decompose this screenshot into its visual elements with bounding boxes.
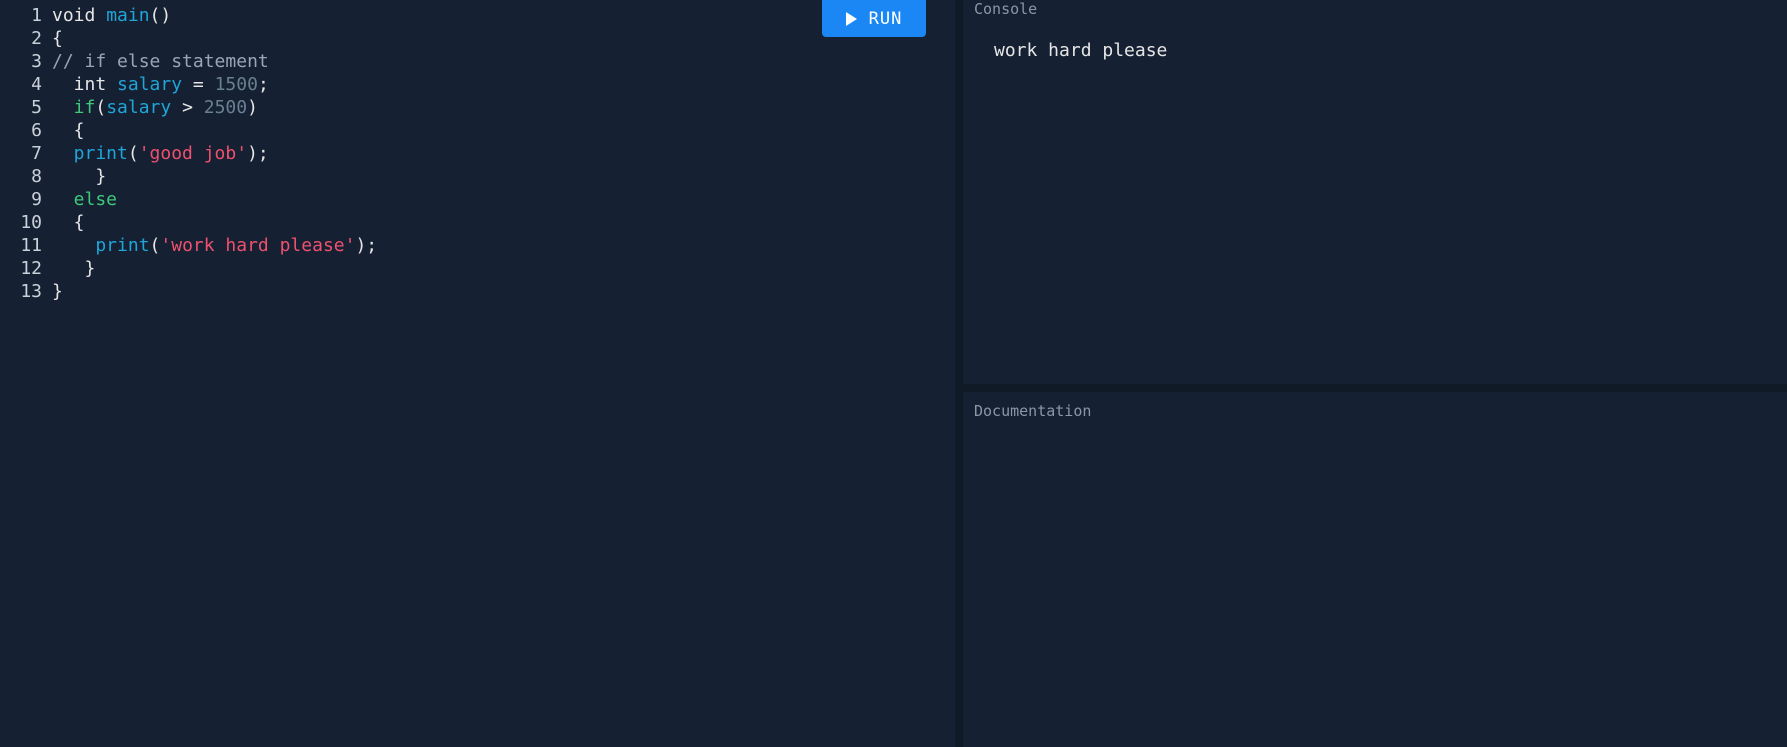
code-line[interactable]: 1 void main(): [0, 4, 377, 27]
code-line[interactable]: 3 // if else statement: [0, 50, 377, 73]
play-icon: [845, 11, 857, 26]
line-number: 7: [31, 143, 42, 164]
code-token: >: [171, 97, 204, 118]
line-number: 6: [31, 120, 42, 141]
code-token: 1500: [214, 74, 258, 95]
line-number: 13: [20, 281, 42, 302]
line-number: 5: [31, 97, 42, 118]
code-token: }: [52, 166, 107, 187]
line-number: 1: [31, 5, 42, 26]
code-token: (: [149, 235, 161, 256]
console-output: work hard please: [994, 40, 1168, 61]
code-text: print('work hard please');: [52, 234, 377, 257]
console-panel: Console work hard please: [963, 0, 1787, 384]
code-line[interactable]: 4 int salary = 1500;: [0, 73, 377, 96]
code-text: // if else statement: [52, 50, 269, 73]
line-number: 10: [20, 212, 42, 233]
vertical-splitter[interactable]: [955, 0, 963, 747]
code-line[interactable]: 2{: [0, 27, 377, 50]
code-line[interactable]: 11 print('work hard please');: [0, 234, 377, 257]
code-token: 'good job': [138, 143, 248, 164]
code-token: (: [127, 143, 139, 164]
horizontal-splitter[interactable]: [963, 384, 1787, 392]
line-number: 11: [20, 235, 42, 256]
code-token: // if else statement: [52, 51, 269, 72]
code-line[interactable]: 12 }: [0, 257, 377, 280]
code-token: 'work hard please': [160, 235, 356, 256]
code-token: );: [247, 143, 269, 164]
code-line[interactable]: 13}: [0, 280, 377, 303]
code-token: }: [52, 281, 63, 302]
line-number: 9: [31, 189, 42, 210]
code-token: {: [52, 120, 85, 141]
console-title: Console: [974, 0, 1038, 18]
code-editor[interactable]: 1 void main() 2{3// if else statement 4 int…: [0, 0, 955, 747]
code-text: }: [52, 165, 106, 188]
documentation-title: Documentation: [974, 402, 1092, 420]
code-text: int salary = 1500;: [52, 73, 269, 96]
code-token: =: [182, 74, 215, 95]
code-line[interactable]: 6 {: [0, 119, 377, 142]
documentation-panel: Documentation: [963, 392, 1787, 747]
code-token: salary: [106, 97, 172, 118]
code-line[interactable]: 5 if(salary > 2500): [0, 96, 377, 119]
code-token: 2500: [203, 97, 248, 118]
code-text: {: [52, 119, 85, 142]
code-line[interactable]: 10 {: [0, 211, 377, 234]
code-token: print: [52, 143, 128, 164]
code-token: {: [52, 212, 85, 233]
code-token: (): [149, 5, 172, 26]
code-token: if: [52, 97, 96, 118]
code-lines[interactable]: 1 void main() 2{3// if else statement 4 int…: [0, 4, 377, 303]
code-text: if(salary > 2500): [52, 96, 258, 119]
code-token: {: [52, 28, 63, 49]
run-button[interactable]: RUN: [822, 0, 926, 37]
code-text: else: [52, 188, 117, 211]
line-number: 3: [31, 51, 42, 72]
code-text: }: [52, 280, 63, 303]
code-token: void: [52, 5, 107, 26]
code-token: int: [52, 74, 118, 95]
code-text: {: [52, 211, 85, 234]
code-line[interactable]: 9 else: [0, 188, 377, 211]
line-number: 12: [20, 258, 42, 279]
code-token: print: [52, 235, 150, 256]
code-line[interactable]: 8 }: [0, 165, 377, 188]
code-text: {: [52, 27, 63, 50]
code-token: main: [106, 5, 150, 26]
run-button-label: RUN: [868, 8, 903, 29]
line-number: 4: [31, 74, 42, 95]
code-token: }: [52, 258, 96, 279]
code-token: );: [355, 235, 378, 256]
code-token: (: [95, 97, 107, 118]
code-token: ): [247, 97, 258, 118]
code-text: print('good job');: [52, 142, 269, 165]
line-number: 2: [31, 28, 42, 49]
code-token: else: [52, 189, 118, 210]
line-number: 8: [31, 166, 42, 187]
code-token: ;: [257, 74, 269, 95]
code-text: void main(): [52, 4, 171, 27]
code-line[interactable]: 7 print('good job');: [0, 142, 377, 165]
code-text: }: [52, 257, 96, 280]
code-token: salary: [117, 74, 183, 95]
